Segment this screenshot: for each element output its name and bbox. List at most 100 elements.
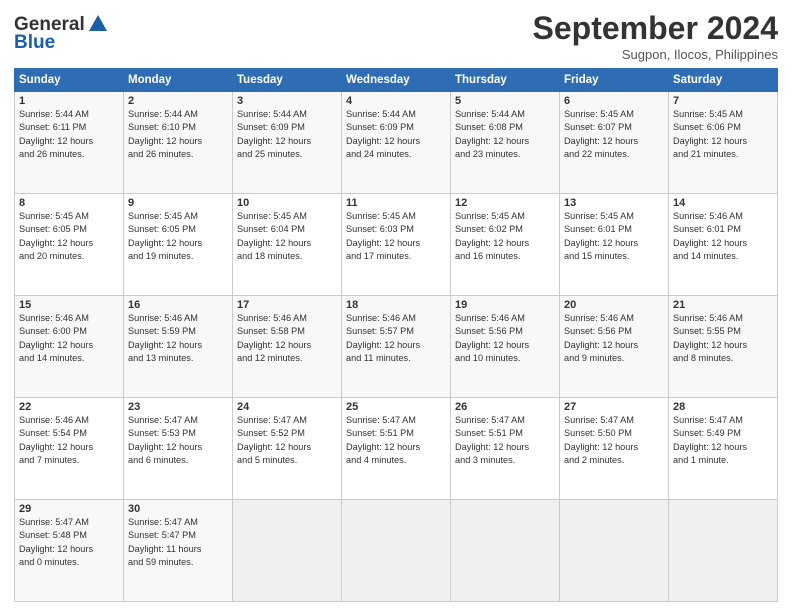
cell-content: Sunrise: 5:46 AMSunset: 5:56 PMDaylight:…	[564, 312, 664, 365]
day-cell-19: 19Sunrise: 5:46 AMSunset: 5:56 PMDayligh…	[451, 296, 560, 398]
cell-content: Sunrise: 5:44 AMSunset: 6:10 PMDaylight:…	[128, 108, 228, 161]
col-thursday: Thursday	[451, 69, 560, 92]
day-number: 23	[128, 401, 228, 413]
header: General Blue September 2024 Sugpon, Iloc…	[14, 10, 778, 62]
col-wednesday: Wednesday	[342, 69, 451, 92]
day-cell-empty	[342, 500, 451, 602]
cell-content: Sunrise: 5:45 AMSunset: 6:04 PMDaylight:…	[237, 210, 337, 263]
cell-content: Sunrise: 5:45 AMSunset: 6:07 PMDaylight:…	[564, 108, 664, 161]
day-number: 1	[19, 95, 119, 107]
day-cell-5: 5Sunrise: 5:44 AMSunset: 6:08 PMDaylight…	[451, 92, 560, 194]
day-cell-8: 8Sunrise: 5:45 AMSunset: 6:05 PMDaylight…	[15, 194, 124, 296]
day-number: 19	[455, 299, 555, 311]
day-number: 12	[455, 197, 555, 209]
cell-content: Sunrise: 5:47 AMSunset: 5:50 PMDaylight:…	[564, 414, 664, 467]
day-number: 8	[19, 197, 119, 209]
day-number: 6	[564, 95, 664, 107]
day-cell-10: 10Sunrise: 5:45 AMSunset: 6:04 PMDayligh…	[233, 194, 342, 296]
col-monday: Monday	[124, 69, 233, 92]
cell-content: Sunrise: 5:47 AMSunset: 5:47 PMDaylight:…	[128, 516, 228, 569]
day-number: 11	[346, 197, 446, 209]
calendar-table: Sunday Monday Tuesday Wednesday Thursday…	[14, 68, 778, 602]
month-title: September 2024	[533, 10, 778, 47]
cell-content: Sunrise: 5:45 AMSunset: 6:03 PMDaylight:…	[346, 210, 446, 263]
day-cell-16: 16Sunrise: 5:46 AMSunset: 5:59 PMDayligh…	[124, 296, 233, 398]
day-number: 14	[673, 197, 773, 209]
cell-content: Sunrise: 5:47 AMSunset: 5:51 PMDaylight:…	[346, 414, 446, 467]
day-number: 10	[237, 197, 337, 209]
day-number: 26	[455, 401, 555, 413]
week-row-4: 22Sunrise: 5:46 AMSunset: 5:54 PMDayligh…	[15, 398, 778, 500]
day-cell-29: 29Sunrise: 5:47 AMSunset: 5:48 PMDayligh…	[15, 500, 124, 602]
day-cell-3: 3Sunrise: 5:44 AMSunset: 6:09 PMDaylight…	[233, 92, 342, 194]
cell-content: Sunrise: 5:47 AMSunset: 5:52 PMDaylight:…	[237, 414, 337, 467]
day-cell-21: 21Sunrise: 5:46 AMSunset: 5:55 PMDayligh…	[669, 296, 778, 398]
cell-content: Sunrise: 5:46 AMSunset: 5:56 PMDaylight:…	[455, 312, 555, 365]
day-cell-12: 12Sunrise: 5:45 AMSunset: 6:02 PMDayligh…	[451, 194, 560, 296]
day-cell-2: 2Sunrise: 5:44 AMSunset: 6:10 PMDaylight…	[124, 92, 233, 194]
day-cell-4: 4Sunrise: 5:44 AMSunset: 6:09 PMDaylight…	[342, 92, 451, 194]
day-cell-24: 24Sunrise: 5:47 AMSunset: 5:52 PMDayligh…	[233, 398, 342, 500]
cell-content: Sunrise: 5:46 AMSunset: 6:01 PMDaylight:…	[673, 210, 773, 263]
day-number: 17	[237, 299, 337, 311]
day-cell-18: 18Sunrise: 5:46 AMSunset: 5:57 PMDayligh…	[342, 296, 451, 398]
day-number: 21	[673, 299, 773, 311]
location: Sugpon, Ilocos, Philippines	[533, 47, 778, 62]
day-cell-7: 7Sunrise: 5:45 AMSunset: 6:06 PMDaylight…	[669, 92, 778, 194]
day-cell-empty	[560, 500, 669, 602]
cell-content: Sunrise: 5:46 AMSunset: 6:00 PMDaylight:…	[19, 312, 119, 365]
cell-content: Sunrise: 5:46 AMSunset: 5:54 PMDaylight:…	[19, 414, 119, 467]
day-number: 15	[19, 299, 119, 311]
day-number: 20	[564, 299, 664, 311]
col-tuesday: Tuesday	[233, 69, 342, 92]
day-cell-15: 15Sunrise: 5:46 AMSunset: 6:00 PMDayligh…	[15, 296, 124, 398]
day-cell-11: 11Sunrise: 5:45 AMSunset: 6:03 PMDayligh…	[342, 194, 451, 296]
day-number: 2	[128, 95, 228, 107]
day-number: 3	[237, 95, 337, 107]
cell-content: Sunrise: 5:45 AMSunset: 6:02 PMDaylight:…	[455, 210, 555, 263]
day-cell-28: 28Sunrise: 5:47 AMSunset: 5:49 PMDayligh…	[669, 398, 778, 500]
day-cell-17: 17Sunrise: 5:46 AMSunset: 5:58 PMDayligh…	[233, 296, 342, 398]
day-number: 27	[564, 401, 664, 413]
col-saturday: Saturday	[669, 69, 778, 92]
cell-content: Sunrise: 5:46 AMSunset: 5:57 PMDaylight:…	[346, 312, 446, 365]
cell-content: Sunrise: 5:47 AMSunset: 5:49 PMDaylight:…	[673, 414, 773, 467]
day-number: 25	[346, 401, 446, 413]
cell-content: Sunrise: 5:44 AMSunset: 6:09 PMDaylight:…	[346, 108, 446, 161]
week-row-1: 1Sunrise: 5:44 AMSunset: 6:11 PMDaylight…	[15, 92, 778, 194]
week-row-2: 8Sunrise: 5:45 AMSunset: 6:05 PMDaylight…	[15, 194, 778, 296]
logo: General Blue	[14, 14, 109, 54]
col-sunday: Sunday	[15, 69, 124, 92]
day-cell-1: 1Sunrise: 5:44 AMSunset: 6:11 PMDaylight…	[15, 92, 124, 194]
day-number: 28	[673, 401, 773, 413]
cell-content: Sunrise: 5:46 AMSunset: 5:58 PMDaylight:…	[237, 312, 337, 365]
week-row-3: 15Sunrise: 5:46 AMSunset: 6:00 PMDayligh…	[15, 296, 778, 398]
day-number: 4	[346, 95, 446, 107]
day-number: 22	[19, 401, 119, 413]
day-number: 16	[128, 299, 228, 311]
cell-content: Sunrise: 5:44 AMSunset: 6:11 PMDaylight:…	[19, 108, 119, 161]
page: General Blue September 2024 Sugpon, Iloc…	[0, 0, 792, 612]
day-cell-22: 22Sunrise: 5:46 AMSunset: 5:54 PMDayligh…	[15, 398, 124, 500]
day-cell-30: 30Sunrise: 5:47 AMSunset: 5:47 PMDayligh…	[124, 500, 233, 602]
cell-content: Sunrise: 5:45 AMSunset: 6:01 PMDaylight:…	[564, 210, 664, 263]
day-cell-26: 26Sunrise: 5:47 AMSunset: 5:51 PMDayligh…	[451, 398, 560, 500]
day-number: 7	[673, 95, 773, 107]
day-cell-6: 6Sunrise: 5:45 AMSunset: 6:07 PMDaylight…	[560, 92, 669, 194]
day-cell-23: 23Sunrise: 5:47 AMSunset: 5:53 PMDayligh…	[124, 398, 233, 500]
cell-content: Sunrise: 5:47 AMSunset: 5:48 PMDaylight:…	[19, 516, 119, 569]
cell-content: Sunrise: 5:45 AMSunset: 6:05 PMDaylight:…	[19, 210, 119, 263]
day-cell-13: 13Sunrise: 5:45 AMSunset: 6:01 PMDayligh…	[560, 194, 669, 296]
day-number: 29	[19, 503, 119, 515]
cell-content: Sunrise: 5:47 AMSunset: 5:53 PMDaylight:…	[128, 414, 228, 467]
cell-content: Sunrise: 5:45 AMSunset: 6:06 PMDaylight:…	[673, 108, 773, 161]
day-cell-9: 9Sunrise: 5:45 AMSunset: 6:05 PMDaylight…	[124, 194, 233, 296]
col-friday: Friday	[560, 69, 669, 92]
day-number: 18	[346, 299, 446, 311]
day-cell-27: 27Sunrise: 5:47 AMSunset: 5:50 PMDayligh…	[560, 398, 669, 500]
cell-content: Sunrise: 5:45 AMSunset: 6:05 PMDaylight:…	[128, 210, 228, 263]
day-number: 30	[128, 503, 228, 515]
cell-content: Sunrise: 5:46 AMSunset: 5:59 PMDaylight:…	[128, 312, 228, 365]
day-number: 13	[564, 197, 664, 209]
calendar-body: 1Sunrise: 5:44 AMSunset: 6:11 PMDaylight…	[15, 92, 778, 602]
